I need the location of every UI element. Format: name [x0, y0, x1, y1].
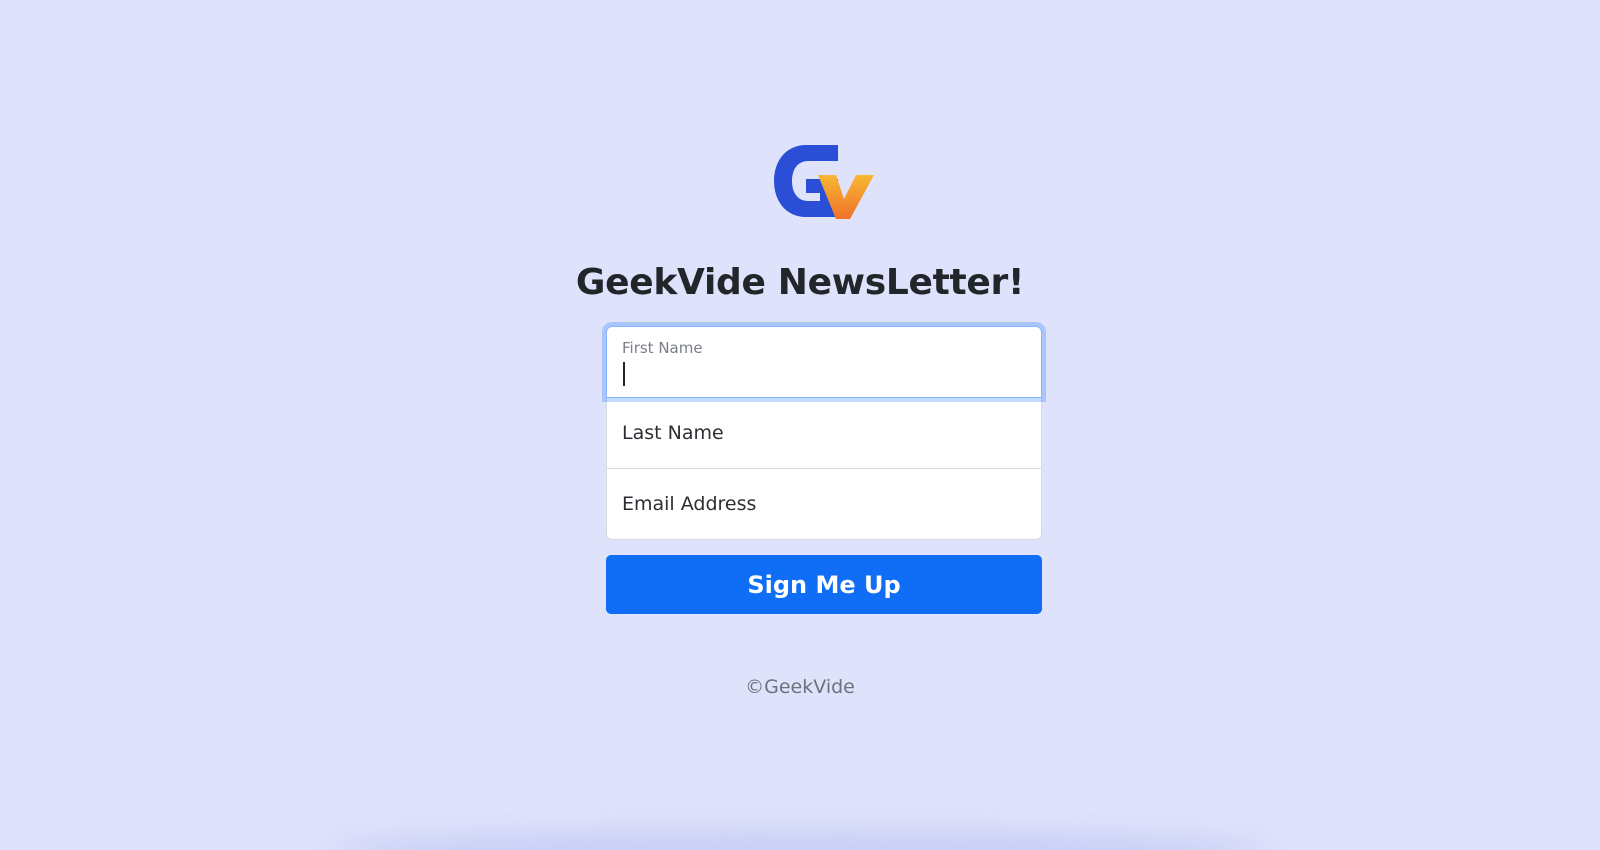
newsletter-page: GeekVide NewsLetter! First Name Last Nam…: [0, 0, 1600, 850]
page-title: GeekVide NewsLetter!: [575, 262, 1025, 303]
last-name-field[interactable]: Last Name: [606, 397, 1042, 469]
first-name-input[interactable]: [607, 327, 1041, 397]
email-field[interactable]: Email Address: [606, 468, 1042, 540]
email-input[interactable]: [607, 469, 1041, 539]
last-name-input[interactable]: [607, 398, 1041, 468]
sign-up-button[interactable]: Sign Me Up: [606, 555, 1042, 614]
first-name-field[interactable]: First Name: [606, 326, 1042, 398]
copyright-text: ©GeekVide: [745, 676, 855, 698]
geekvide-logo-icon: [774, 145, 874, 219]
bottom-shadow: [330, 830, 1270, 850]
newsletter-form: First Name Last Name Email Address: [606, 326, 1042, 540]
